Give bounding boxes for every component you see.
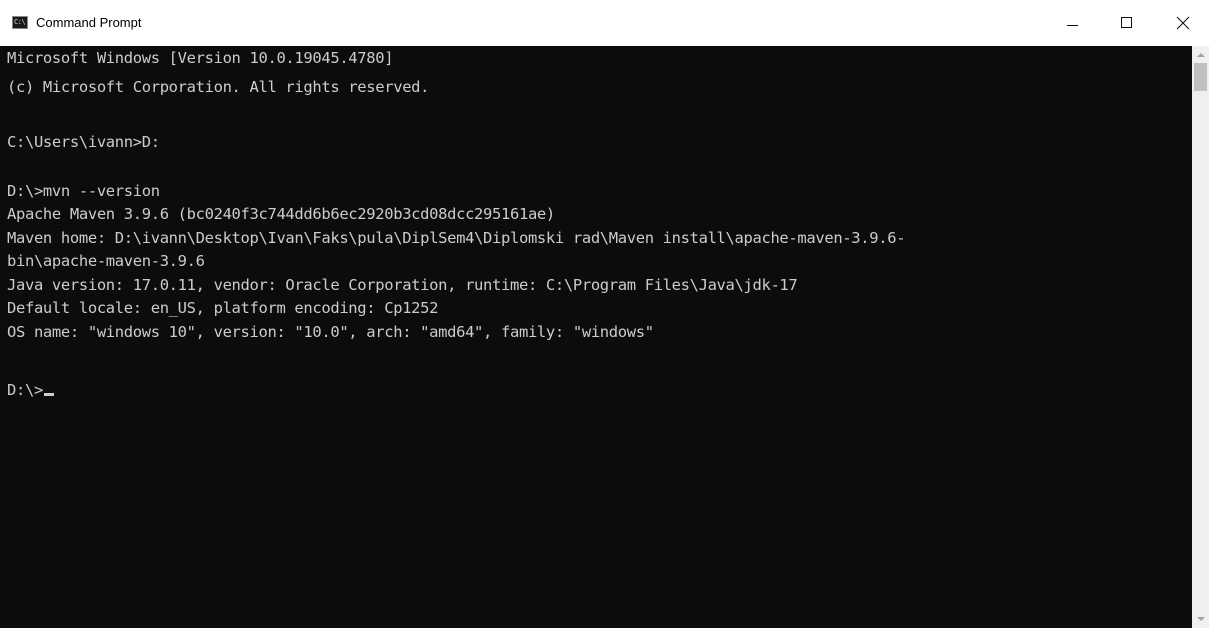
console-line: Maven home: D:\ivann\Desktop\Ivan\Faks\p…	[7, 229, 906, 247]
prompt-line[interactable]: D:\>	[7, 378, 54, 402]
console-line: Apache Maven 3.9.6 (bc0240f3c744dd6b6ec2…	[7, 205, 555, 223]
console-line: (c) Microsoft Corporation. All rights re…	[7, 78, 430, 96]
close-icon	[1176, 16, 1190, 30]
console-line: Java version: 17.0.11, vendor: Oracle Co…	[7, 276, 798, 294]
console-line: D:\>mvn --version	[7, 182, 160, 200]
command-prompt-window: C:\ Command Prompt Microsoft Windows [Ve…	[0, 0, 1209, 628]
console-line: C:\Users\ivann>D:	[7, 133, 160, 151]
console-line: Default locale: en_US, platform encoding…	[7, 299, 439, 317]
command-prompt-icon[interactable]: C:\	[12, 16, 28, 29]
maximize-icon	[1121, 17, 1132, 28]
close-button[interactable]	[1160, 0, 1206, 46]
vertical-scrollbar[interactable]	[1192, 46, 1209, 628]
chevron-up-icon	[1197, 53, 1205, 57]
console-output[interactable]: Microsoft Windows [Version 10.0.19045.47…	[0, 46, 1192, 628]
minimize-icon	[1067, 25, 1078, 26]
maximize-button[interactable]	[1104, 0, 1150, 46]
scroll-up-button[interactable]	[1192, 46, 1209, 63]
console-line: bin\apache-maven-3.9.6	[7, 252, 205, 270]
scrollbar-thumb[interactable]	[1194, 63, 1207, 91]
app-icon-glyph: C:\	[14, 18, 26, 26]
prompt-text: D:\>	[7, 381, 43, 399]
title-bar[interactable]: C:\ Command Prompt	[0, 0, 1209, 46]
console-line: OS name: "windows 10", version: "10.0", …	[7, 323, 654, 341]
text-cursor	[43, 393, 54, 396]
minimize-button[interactable]	[1049, 0, 1095, 46]
window-title: Command Prompt	[36, 15, 142, 30]
chevron-down-icon	[1197, 617, 1205, 621]
scroll-down-button[interactable]	[1192, 611, 1209, 628]
console-line: Microsoft Windows [Version 10.0.19045.47…	[7, 49, 394, 67]
